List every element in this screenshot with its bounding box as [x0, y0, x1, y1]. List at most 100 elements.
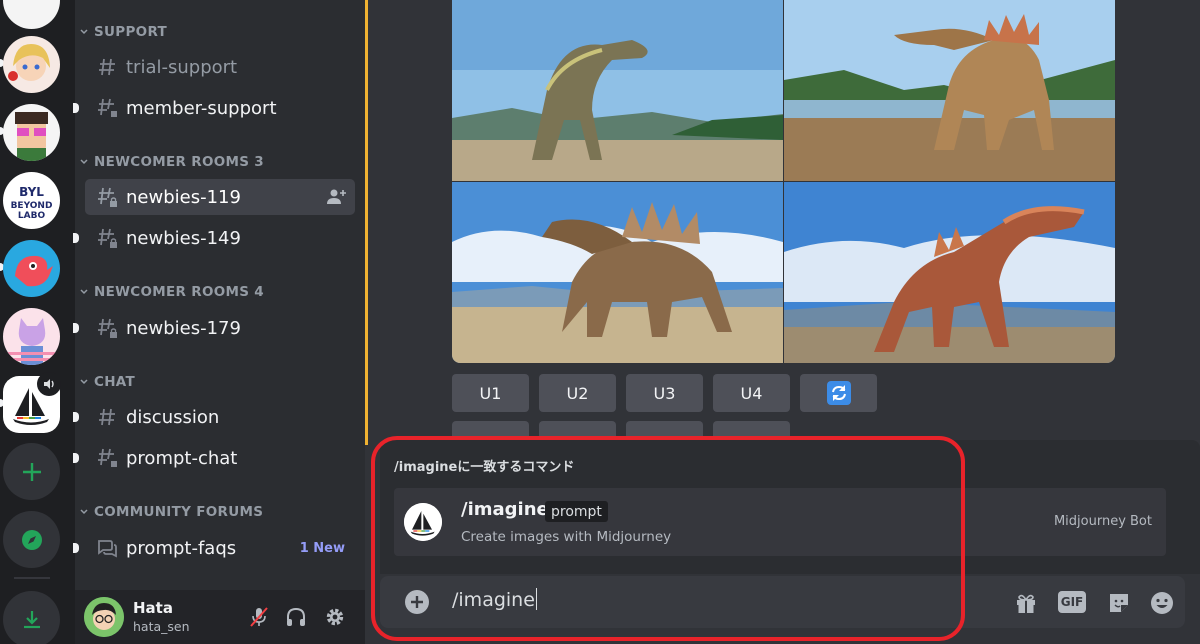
variation-button-row[interactable] — [626, 421, 703, 441]
channel-label: prompt-chat — [126, 447, 238, 469]
variation-button-row[interactable] — [539, 421, 616, 441]
channel-prompt-chat[interactable]: prompt-chat — [85, 440, 355, 476]
server-rail: BYL BEYOND LABO — [0, 0, 75, 644]
generated-image-3[interactable] — [452, 182, 783, 363]
variation-button-row[interactable] — [713, 421, 790, 441]
deafen-button[interactable] — [282, 603, 310, 631]
variation-button-row[interactable] — [452, 421, 529, 441]
hash-thread-icon — [95, 96, 119, 120]
channel-newbies-179[interactable]: newbies-179 — [85, 310, 355, 346]
generated-image-1[interactable] — [452, 0, 783, 181]
explore-servers-button[interactable] — [3, 511, 60, 568]
rail-divider — [14, 577, 50, 579]
chevron-down-icon — [79, 157, 91, 167]
channel-newbies-149[interactable]: newbies-149 — [85, 220, 355, 256]
category-label: COMMUNITY FORUMS — [94, 504, 264, 520]
server-cloud[interactable] — [3, 0, 60, 29]
autocomplete-title: /imagineに一致するコマンド — [394, 460, 575, 475]
hash-lock-icon — [95, 185, 119, 209]
plus-icon — [411, 596, 423, 608]
gift-button[interactable] — [1012, 589, 1039, 616]
hash-icon — [95, 405, 119, 429]
category-newcomer-rooms-3[interactable]: NEWCOMER ROOMS 3 — [75, 152, 264, 172]
chevron-down-icon — [79, 377, 91, 387]
channel-label: newbies-119 — [126, 186, 241, 208]
user-panel: Hata hata_sen — [75, 590, 365, 644]
speaker-icon — [37, 372, 61, 396]
server-bird[interactable] — [3, 240, 60, 297]
user-settings-button[interactable] — [321, 603, 349, 631]
mention-highlight-bar — [365, 0, 368, 445]
hash-lock-icon — [95, 316, 119, 340]
hash-thread-icon — [95, 446, 119, 470]
server-beyond-labo[interactable]: BYL BEYOND LABO — [3, 172, 60, 229]
sticker-button[interactable] — [1105, 589, 1132, 616]
midjourney-bot-icon — [404, 503, 442, 541]
download-apps-button[interactable] — [3, 591, 60, 644]
chevron-down-icon — [79, 27, 91, 37]
command-description: Create images with Midjourney — [461, 529, 672, 545]
discord-app: BYL BEYOND LABO SUPPORT trial-support me… — [0, 0, 1200, 644]
channel-label: member-support — [126, 97, 277, 119]
gear-icon — [326, 608, 344, 626]
emoji-button[interactable] — [1148, 589, 1175, 616]
add-member-icon[interactable] — [326, 188, 346, 206]
category-label: NEWCOMER ROOMS 3 — [94, 154, 264, 170]
chevron-down-icon — [79, 507, 91, 517]
channel-label: trial-support — [126, 56, 238, 78]
refresh-icon — [826, 381, 851, 405]
attach-button[interactable] — [405, 590, 429, 614]
server-cat[interactable] — [3, 308, 60, 365]
channel-label: prompt-faqs — [126, 537, 237, 559]
unread-indicator — [73, 412, 79, 422]
hash-icon — [95, 55, 119, 79]
mute-mic-button[interactable] — [245, 603, 273, 631]
new-posts-badge: 1 New — [299, 540, 345, 556]
server-glasses[interactable] — [3, 104, 60, 161]
image-grid[interactable] — [452, 0, 1115, 363]
category-community-forums[interactable]: COMMUNITY FORUMS — [75, 502, 263, 522]
sticker-icon — [1109, 593, 1128, 612]
category-label: SUPPORT — [94, 24, 168, 40]
command-name: /imagine — [461, 499, 549, 520]
upscale-u3-button[interactable]: U3 — [626, 374, 703, 412]
gift-icon — [1016, 594, 1035, 613]
unread-indicator — [73, 323, 79, 333]
category-support[interactable]: SUPPORT — [75, 22, 167, 42]
generated-image-2[interactable] — [784, 0, 1115, 181]
channel-label: newbies-149 — [126, 227, 241, 249]
svg-text:BEYOND: BEYOND — [11, 201, 53, 211]
unread-indicator — [73, 103, 79, 113]
unread-indicator — [73, 543, 79, 553]
svg-text:LABO: LABO — [18, 211, 46, 221]
channel-prompt-faqs[interactable]: prompt-faqs 1 New — [85, 530, 355, 566]
unread-indicator — [73, 453, 79, 463]
category-chat[interactable]: CHAT — [75, 372, 135, 392]
user-avatar[interactable] — [84, 597, 124, 637]
add-server-button[interactable] — [3, 443, 60, 500]
upscale-u2-button[interactable]: U2 — [539, 374, 616, 412]
category-label: NEWCOMER ROOMS 4 — [94, 284, 264, 300]
emoji-icon — [1150, 591, 1173, 614]
category-newcomer-rooms-4[interactable]: NEWCOMER ROOMS 4 — [75, 282, 264, 302]
unread-indicator — [73, 233, 79, 243]
channel-sidebar: SUPPORT trial-support member-support NEW… — [73, 0, 365, 644]
command-option-imagine[interactable]: /imagine prompt Create images with Midjo… — [394, 488, 1166, 556]
command-option-badge: prompt — [545, 501, 608, 522]
upscale-u1-button[interactable]: U1 — [452, 374, 529, 412]
username: Hata — [133, 599, 173, 617]
gif-button[interactable]: GIF — [1058, 591, 1086, 613]
message-input[interactable]: /imagine — [452, 588, 537, 611]
generated-image-4[interactable] — [784, 182, 1115, 363]
channel-newbies-119[interactable]: newbies-119 — [85, 179, 355, 215]
channel-trial-support[interactable]: trial-support — [85, 49, 355, 85]
category-label: CHAT — [94, 374, 136, 390]
hash-lock-icon — [95, 226, 119, 250]
upscale-u4-button[interactable]: U4 — [713, 374, 790, 412]
channel-discussion[interactable]: discussion — [85, 399, 355, 435]
mic-muted-icon — [250, 607, 268, 627]
reroll-button[interactable] — [800, 374, 877, 412]
channel-member-support[interactable]: member-support — [85, 90, 355, 126]
server-anime-girl[interactable] — [3, 36, 60, 93]
compass-icon — [21, 529, 42, 550]
